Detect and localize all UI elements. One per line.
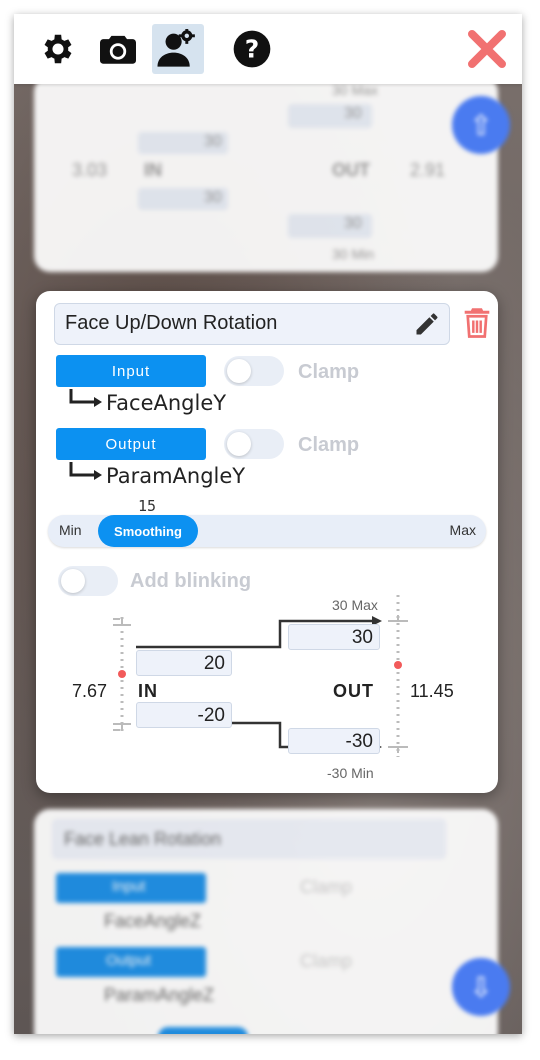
camera-icon (100, 35, 136, 64)
output-scale-top-bracket[interactable] (388, 615, 408, 622)
ghost-card-title: Face Lean Rotation (64, 829, 222, 849)
output-param-name[interactable]: ParamAngleY (106, 464, 245, 488)
corner-arrow-icon-2 (69, 462, 102, 480)
input-button[interactable]: Input (56, 355, 206, 387)
out-label: OUT (333, 681, 374, 701)
ghost-in-bottom: 30 (204, 189, 222, 206)
ghost-out-max: 30 (344, 105, 362, 122)
help-button[interactable]: ? (226, 24, 278, 74)
svg-text:?: ? (245, 34, 260, 63)
card-title: Face Up/Down Rotation (65, 312, 278, 334)
output-current-value: 11.45 (410, 681, 454, 701)
ghost-in-label: IN (144, 160, 162, 180)
input-current-indicator (118, 670, 126, 678)
user-settings-button[interactable] (152, 24, 204, 74)
slider-max-label: Max (449, 522, 476, 538)
slider-min-label: Min (59, 522, 82, 538)
input-min-field[interactable]: -20 (136, 702, 232, 728)
ghost-min-label: 30 Min (332, 246, 375, 262)
close-button[interactable] (466, 28, 508, 70)
scroll-up-button[interactable]: ⇧ (452, 96, 510, 154)
input-max-field[interactable]: 20 (136, 650, 232, 676)
input-param-name[interactable]: FaceAngleY (106, 391, 226, 415)
output-scale-bottom-bracket[interactable] (388, 746, 408, 753)
ghost-input-param: FaceAngleZ (104, 911, 202, 931)
gear-icon (44, 34, 72, 64)
scroll-down-button[interactable]: ⇩ (452, 958, 510, 1016)
input-scale-bottom-bracket[interactable] (113, 723, 131, 731)
background-card-bottom: Face Lean Rotation Input Clamp FaceAngle… (34, 809, 498, 1034)
output-clamp-toggle[interactable] (224, 429, 284, 459)
ghost-max-label: 30 Max (332, 82, 378, 98)
camera-button[interactable] (92, 24, 144, 74)
input-clamp-toggle[interactable] (224, 356, 284, 386)
input-clamp-label: Clamp (298, 361, 360, 383)
output-clamp-label: Clamp (298, 434, 360, 456)
ghost-out-min: 30 (344, 215, 362, 232)
mapping-card: Face Up/Down Rotation Input Clamp FaceAn… (36, 291, 498, 793)
output-button[interactable]: Output (56, 428, 206, 460)
user-settings-icon (157, 29, 195, 67)
output-max-label: 30 Max (332, 597, 378, 613)
settings-button[interactable] (32, 24, 84, 74)
ghost-out-label: OUT (332, 160, 370, 180)
corner-arrow-icon (69, 389, 102, 407)
arrow-up-icon: ⇧ (469, 108, 493, 142)
ghost-output-label: Output (106, 952, 152, 969)
ghost-in-value: 3.03 (72, 160, 108, 180)
ghost-out-value: 2.91 (410, 160, 446, 180)
ghost-clamp-label: Clamp (300, 877, 353, 897)
output-min-field[interactable]: -30 (288, 728, 380, 754)
ghost-output-param: ParamAngleZ (104, 985, 215, 1005)
smoothing-slider[interactable]: Min Smoothing Max (48, 515, 486, 547)
input-current-value: 7.67 (72, 681, 108, 701)
top-toolbar: ? (14, 14, 522, 84)
output-current-indicator (394, 661, 402, 669)
card-title-field[interactable]: Face Up/Down Rotation (54, 303, 450, 345)
trash-icon[interactable] (462, 307, 492, 339)
pencil-icon[interactable] (413, 310, 441, 338)
help-icon: ? (233, 30, 271, 68)
in-label: IN (138, 681, 158, 701)
background-card-top: 30 Max 30 30 3.03 IN OUT 2.91 30 30 30 M… (34, 76, 498, 272)
output-min-label: -30 Min (327, 765, 374, 781)
arrow-down-icon: ⇩ (469, 970, 493, 1004)
close-icon (468, 30, 506, 68)
smoothing-value: 15 (138, 497, 157, 515)
smoothing-slider-thumb[interactable]: Smoothing (98, 515, 198, 547)
ghost-in-top: 30 (204, 133, 222, 150)
ghost-clamp-label-2: Clamp (300, 951, 353, 971)
input-scale-top-bracket[interactable] (113, 618, 131, 626)
output-max-field[interactable]: 30 (288, 624, 380, 650)
ghost-input-label: Input (112, 878, 146, 895)
